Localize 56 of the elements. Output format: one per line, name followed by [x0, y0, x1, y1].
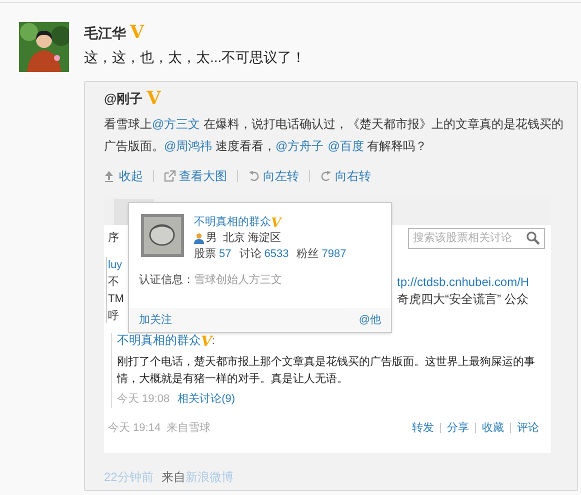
action-link[interactable]: 分享 — [447, 420, 469, 436]
timestamp: 今天 19:14 — [108, 420, 161, 436]
related-discussion-link[interactable]: 相关讨论(9) — [178, 391, 236, 408]
search-icon[interactable] — [526, 231, 540, 245]
repost-text: 看雪球上@方三文 在爆料，说打电话确认过，《楚天都市报》上的文章真的是花钱买的广告版面。@周鸿祎 速度看看，@方舟子 @百度 有解释吗？ — [104, 116, 564, 155]
external-link-icon — [164, 170, 176, 182]
image-action-link[interactable]: 向右转 — [320, 167, 371, 185]
repost-author[interactable]: @刚子 — [104, 89, 143, 109]
user-name-link[interactable]: 不明真相的群众 — [194, 214, 271, 230]
action-link[interactable]: 转发 — [412, 420, 434, 436]
sort-label[interactable]: 序 — [108, 230, 119, 246]
stat-label: 讨论 — [239, 247, 262, 262]
mention-link[interactable]: @百度 — [328, 139, 364, 153]
stat-label: 股票 — [194, 247, 216, 262]
stat-label: 粉丝 — [296, 247, 319, 262]
colon-text: : — [212, 334, 215, 348]
stat-count[interactable]: 6533 — [264, 246, 289, 262]
verified-label: V — [130, 24, 144, 42]
location-text: 北京 海淀区 — [223, 230, 282, 246]
timestamp: 今天 19:08 — [117, 392, 170, 407]
stat-count[interactable]: 7987 — [322, 246, 346, 262]
stat-count[interactable]: 57 — [219, 246, 232, 262]
image-action-link[interactable]: 向左转 — [248, 167, 299, 185]
rotate-left-icon — [248, 170, 260, 182]
url-link[interactable]: tp://ctdsb.cnhubei.com/H — [397, 274, 547, 291]
verified-label: V — [146, 90, 161, 108]
author-name[interactable]: 毛江华 — [84, 22, 126, 44]
action-link[interactable]: 评论 — [517, 420, 539, 436]
quote-author[interactable]: 不明真相的群众 — [117, 331, 201, 349]
rotate-right-icon — [320, 170, 332, 182]
text-fragment: 奇虎四大“安全谎言” 公众 — [397, 291, 530, 308]
verified-label: V — [271, 217, 282, 230]
image-action-link[interactable]: 查看大图 — [164, 167, 227, 185]
source-text: 来自雪球 — [166, 420, 211, 436]
mention-link[interactable]: @方三文 — [152, 117, 200, 131]
mention-link[interactable]: @方舟子 — [276, 139, 324, 153]
text-fragment: luy — [108, 258, 124, 273]
follow-link[interactable]: 加关注 — [139, 312, 172, 328]
source-prefix: 来自 — [161, 469, 186, 486]
action-link[interactable]: 收藏 — [482, 420, 504, 436]
quote-text: 刚打了个电话，楚天都市报上那个文章真是花钱买的广告版面。这世界上最狗屎运的事情，大概就是有猪一样的对手。真是让人无语。 — [117, 354, 536, 387]
search-field[interactable]: 搜索该股票相关讨论 — [408, 228, 545, 248]
image-action-link[interactable]: 收起 — [104, 167, 143, 185]
mention-link[interactable]: @周鸿祎 — [164, 139, 212, 153]
text-fragment: 呼 — [108, 309, 120, 324]
verification-text: 雪球创始人方三文 — [194, 272, 282, 288]
post-text: 这，这，也，太，太...不可思议了！ — [84, 48, 307, 67]
timestamp: 22分钟前 — [104, 469, 154, 486]
text-fragment: TM — [108, 292, 124, 307]
text-fragment: 不 — [108, 275, 120, 290]
mention-link[interactable]: @他 — [358, 312, 381, 328]
user-icon — [194, 232, 204, 244]
verification-label: 认证信息： — [139, 273, 194, 288]
upload-arrow-icon — [104, 170, 116, 182]
gender-text: 男 — [206, 231, 217, 246]
verified-label: V — [201, 335, 212, 349]
